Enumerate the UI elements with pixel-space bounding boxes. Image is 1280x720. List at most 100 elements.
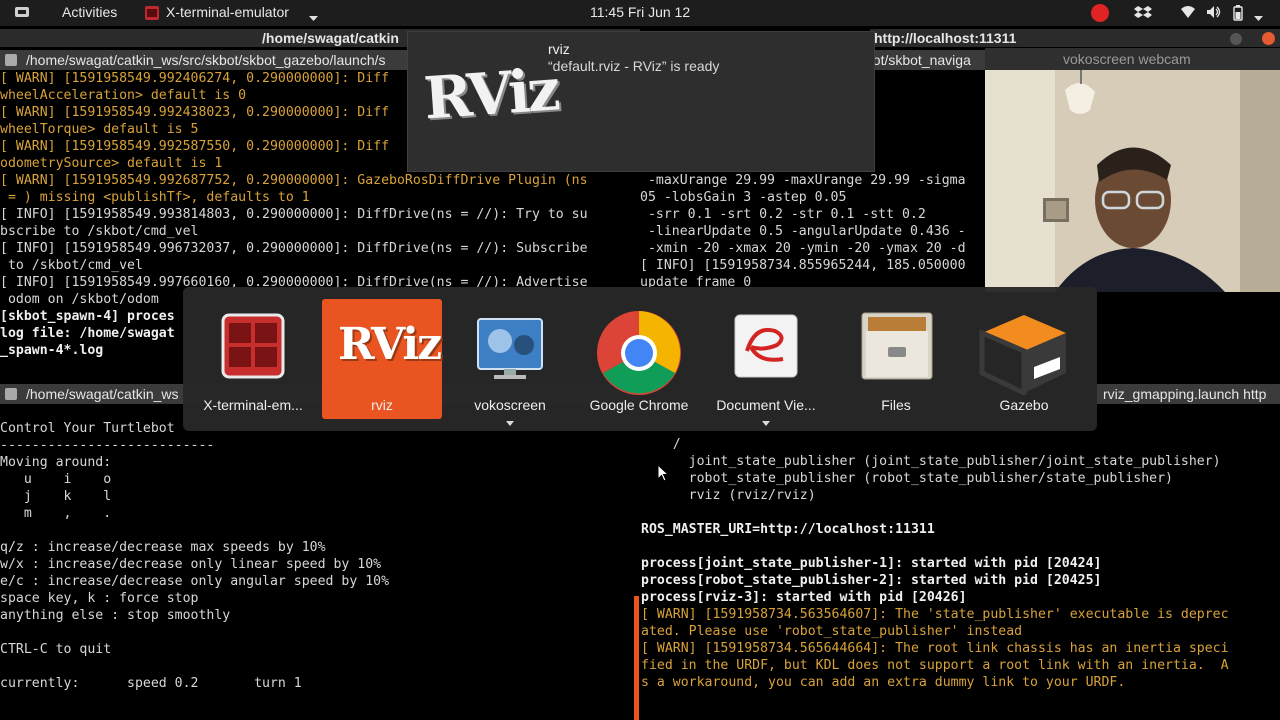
rviz-icon: RViz xyxy=(336,311,442,381)
switcher-app-vokoscreen[interactable]: vokoscreen xyxy=(450,299,570,426)
webcam-feed xyxy=(985,70,1280,292)
terminal-line: rviz (rviz/rviz) xyxy=(641,488,816,503)
terminal-line: [ WARN] [1591958549.992406274, 0.2900000… xyxy=(0,71,390,86)
document-viewer-icon xyxy=(733,311,798,381)
app-menu-chevron-icon[interactable] xyxy=(309,9,318,25)
terminal-line: update frame 0 xyxy=(640,275,752,288)
terminal-line: [ INFO] [1591958549.993814803, 0.2900000… xyxy=(0,207,588,222)
close-button[interactable] xyxy=(1262,32,1275,45)
terminal-line: -maxUrange 29.99 -maxUrange 29.99 -sigma xyxy=(640,173,966,188)
terminal-line: space key, k : force stop xyxy=(0,591,199,606)
multi-window-indicator-icon xyxy=(506,421,514,426)
wifi-icon[interactable] xyxy=(1180,5,1196,22)
mouse-pointer-icon xyxy=(657,463,670,487)
switcher-app-rviz[interactable]: RViz rviz xyxy=(322,299,442,419)
switcher-label: Files xyxy=(881,397,911,413)
terminal-line: -linearUpdate 0.5 -angularUpdate 0.436 - xyxy=(640,224,966,239)
bottom-left-terminal[interactable]: Control Your Turtlebot ------------------… xyxy=(0,420,636,720)
switcher-label: Gazebo xyxy=(999,397,1049,413)
system-menu-icon[interactable] xyxy=(14,5,30,22)
terminal-line: ated. Please use 'robot_state_publisher'… xyxy=(641,624,1023,639)
top-bar: Activities X-terminal-emulator 11:45 Fri… xyxy=(0,0,1280,26)
bottom-right-terminal[interactable]: / joint_state_publisher (joint_state_pub… xyxy=(641,436,1280,720)
terminal-line: [ WARN] [1591958549.992687752, 0.2900000… xyxy=(0,173,588,188)
terminal-line: log file: /home/swagat xyxy=(0,326,175,341)
files-icon xyxy=(858,311,936,381)
terminal-line: robot_state_publisher (robot_state_publi… xyxy=(641,471,1173,486)
terminal-line: j k l xyxy=(0,489,112,504)
terminal-line: Control Your Turtlebot xyxy=(0,421,175,436)
clock[interactable]: 11:45 Fri Jun 12 xyxy=(590,4,690,20)
terminal-line: process[joint_state_publisher-1]: starte… xyxy=(641,556,1102,571)
terminal-line: fied in the URDF, but KDL does not suppo… xyxy=(641,658,1229,673)
terminal-line: [ WARN] [1591958549.992587550, 0.2900000… xyxy=(0,139,390,154)
terminal-line: Moving around: xyxy=(0,455,112,470)
switcher-app-chrome[interactable]: Google Chrome xyxy=(579,299,699,419)
notification-message: “default.rviz - RViz” is ready xyxy=(548,58,720,74)
terminal-line: odometrySource> default is 1 xyxy=(0,156,223,171)
terminal-line: currently: speed 0.2 turn 1 xyxy=(0,676,302,691)
terminal-line: [ WARN] [1591958734.563564607]: The 'sta… xyxy=(641,607,1229,622)
volume-icon[interactable] xyxy=(1206,5,1222,22)
switcher-label: Google Chrome xyxy=(589,397,689,413)
terminal-line: / xyxy=(641,437,681,452)
terminal-line: -srr 0.1 -srt 0.2 -str 0.1 -stt 0.2 xyxy=(640,207,926,222)
switcher-label: Document Vie... xyxy=(716,397,816,413)
terminal-icon xyxy=(221,311,285,381)
pane-divider[interactable] xyxy=(634,596,639,720)
switcher-app-terminal[interactable]: X-terminal-em... xyxy=(193,299,313,419)
terminal-line: wheelTorque> default is 5 xyxy=(0,122,199,137)
app-switcher: X-terminal-em... RViz rviz vokoscreen Go… xyxy=(183,287,1097,431)
right-window-title[interactable]: http://localhost:11311 xyxy=(870,29,1280,47)
chrome-icon xyxy=(595,311,683,395)
terminal-line: wheelAcceleration> default is 0 xyxy=(0,88,247,103)
terminal-menu-icon-2[interactable] xyxy=(5,388,17,400)
switcher-label: rviz xyxy=(371,397,393,413)
terminal-line: _spawn-4*.log xyxy=(0,343,104,358)
switcher-app-gazebo[interactable]: Gazebo xyxy=(964,299,1084,419)
rviz-logo-text: RViz xyxy=(421,55,560,133)
webcam-titlebar[interactable]: vokoscreen webcam xyxy=(985,48,1280,70)
terminal-line: e/c : increase/decrease only angular spe… xyxy=(0,574,390,589)
rviz-icon-text: RViz xyxy=(338,319,442,370)
switcher-label: X-terminal-em... xyxy=(203,397,303,413)
terminal-line: s a workaround, you can add an extra dum… xyxy=(641,675,1126,690)
terminal-menu-icon[interactable] xyxy=(5,54,17,66)
terminal-line: = ) missing <publishTf>, defaults to 1 xyxy=(0,190,310,205)
terminal-line: process[robot_state_publisher-2]: starte… xyxy=(641,573,1102,588)
terminal-line: w/x : increase/decrease only linear spee… xyxy=(0,557,382,572)
notification-banner[interactable]: RViz rviz “default.rviz - RViz” is ready xyxy=(407,31,875,172)
system-menu-chevron-icon[interactable] xyxy=(1254,9,1263,25)
switcher-label: vokoscreen xyxy=(474,397,546,413)
terminal-line: [ INFO] [1591958549.996732037, 0.2900000… xyxy=(0,241,588,256)
terminal-line: process[rviz-3]: started with pid [20426… xyxy=(641,590,967,605)
app-icon xyxy=(145,6,159,23)
activities-button[interactable]: Activities xyxy=(62,4,117,20)
bottom-right-terminal-titlebar[interactable]: rviz_gmapping.launch http xyxy=(1097,384,1280,404)
terminal-line: [ WARN] [1591958549.992438023, 0.2900000… xyxy=(0,105,390,120)
dropbox-icon[interactable] xyxy=(1134,5,1152,24)
terminal-line: [ WARN] [1591958734.565644664]: The root… xyxy=(641,641,1229,656)
gazebo-icon xyxy=(978,311,1070,397)
terminal-line: CTRL-C to quit xyxy=(0,642,112,657)
terminal-line: odom on /skbot/odom xyxy=(0,292,159,307)
switcher-app-files[interactable]: Files xyxy=(836,299,956,419)
battery-icon[interactable] xyxy=(1233,5,1243,24)
terminal-line: m , . xyxy=(0,506,112,521)
terminal-line: q/z : increase/decrease max speeds by 10… xyxy=(0,540,326,555)
terminal-line: ROS_MASTER_URI=http://localhost:11311 xyxy=(641,522,935,537)
terminal-line: anything else : stop smoothly xyxy=(0,608,231,623)
terminal-line: joint_state_publisher (joint_state_publi… xyxy=(641,454,1221,469)
terminal-line: [skbot_spawn-4] proces xyxy=(0,309,175,324)
terminal-line: [ INFO] [1591958734.855965244, 185.05000… xyxy=(640,258,966,273)
terminal-line: u i o xyxy=(0,472,112,487)
app-menu-label[interactable]: X-terminal-emulator xyxy=(166,4,289,20)
notification-app: rviz xyxy=(548,41,570,57)
terminal-line: -xmin -20 -xmax 20 -ymin -20 -ymax 20 -d xyxy=(640,241,966,256)
terminal-line: 05 -lobsGain 3 -astep 0.05 xyxy=(640,190,847,205)
multi-window-indicator-icon xyxy=(762,421,770,426)
record-indicator-icon[interactable] xyxy=(1090,3,1110,26)
switcher-app-document-viewer[interactable]: Document Vie... xyxy=(706,299,826,426)
terminal-line: to /skbot/cmd_vel xyxy=(0,258,143,273)
minimize-button[interactable] xyxy=(1230,33,1242,45)
